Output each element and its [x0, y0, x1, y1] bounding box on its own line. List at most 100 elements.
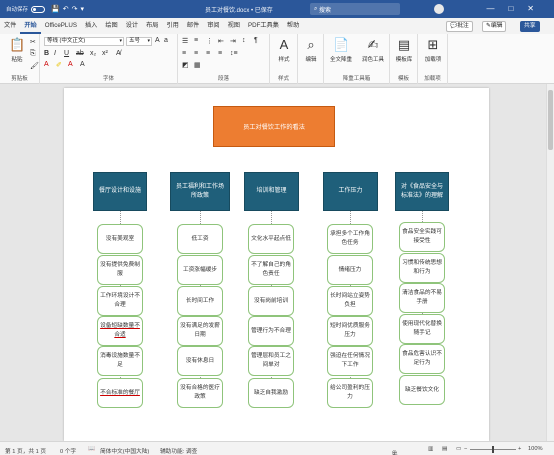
- zoom-in-icon[interactable]: +: [518, 446, 521, 452]
- numbering-icon[interactable]: ≡: [194, 37, 198, 44]
- tab-pdf[interactable]: PDF工具集: [244, 18, 283, 34]
- leaf-item[interactable]: 没有休息日: [177, 346, 223, 376]
- leaf-item[interactable]: 习惯和传统思想和行为: [399, 253, 445, 283]
- language[interactable]: 简体中文(中国大陆): [100, 446, 149, 455]
- category-training[interactable]: 培训和管理: [244, 172, 299, 211]
- increase-indent-icon[interactable]: ⇥: [230, 37, 236, 45]
- superscript-icon[interactable]: x²: [102, 50, 108, 57]
- leaf-item[interactable]: 消毒设施数量不足: [97, 346, 143, 376]
- copy-icon[interactable]: ⎘: [30, 50, 36, 58]
- tab-layout[interactable]: 布局: [142, 18, 162, 34]
- bold-icon[interactable]: B: [44, 50, 49, 57]
- proofing-icon[interactable]: 📖: [88, 446, 95, 452]
- leaf-item[interactable]: 短时间优质服务压力: [327, 316, 373, 346]
- tab-design[interactable]: 设计: [122, 18, 142, 34]
- category-facilities[interactable]: 餐厅设计和设施: [93, 172, 147, 211]
- tab-file[interactable]: 文件: [0, 18, 20, 34]
- sort-icon[interactable]: ↕: [242, 37, 246, 44]
- tab-review[interactable]: 审阅: [203, 18, 223, 34]
- leaf-item[interactable]: 长时间站立姿势负担: [327, 286, 373, 316]
- leaf-item[interactable]: 工资涨幅缓步: [177, 255, 223, 285]
- page-count[interactable]: 第 1 页，共 1 页: [5, 446, 46, 455]
- leaf-item[interactable]: 承担多个工作角色任务: [327, 224, 373, 254]
- leaf-item[interactable]: 管理层和员工之间单对: [248, 346, 294, 376]
- autosave-toggle[interactable]: [31, 5, 46, 13]
- leaf-item[interactable]: 清洁食品的不易手册: [399, 283, 445, 313]
- leaf-item[interactable]: 食品危害认识不足行为: [399, 344, 445, 374]
- shrink-font-icon[interactable]: a: [164, 37, 168, 44]
- leaf-item[interactable]: 设备短缺数量不合适: [97, 316, 143, 346]
- vertical-scrollbar[interactable]: [546, 84, 554, 441]
- leaf-item[interactable]: 没有岗前培训: [248, 286, 294, 316]
- format-painter-icon[interactable]: 🖌: [30, 62, 39, 70]
- decrease-indent-icon[interactable]: ⇤: [218, 37, 224, 45]
- avatar[interactable]: [434, 4, 444, 14]
- leaf-item[interactable]: 缺乏自我激励: [248, 378, 294, 408]
- tab-draw[interactable]: 绘图: [101, 18, 121, 34]
- category-pressure[interactable]: 工作压力: [323, 172, 378, 211]
- leaf-item[interactable]: 没有提供免费制服: [97, 255, 143, 285]
- underline-icon[interactable]: U: [64, 50, 69, 57]
- scroll-thumb[interactable]: [548, 90, 553, 150]
- document-name[interactable]: 员工对餐饮.docx • 已保存: [205, 5, 273, 14]
- line-spacing-icon[interactable]: ↕≡: [230, 50, 238, 57]
- zoom-out-icon[interactable]: −: [464, 446, 467, 452]
- zoom-slider-handle[interactable]: [492, 446, 494, 453]
- show-marks-icon[interactable]: ¶: [254, 37, 258, 44]
- char-shading-icon[interactable]: A: [80, 61, 85, 68]
- font-color-icon[interactable]: A: [68, 61, 73, 68]
- align-left-icon[interactable]: ≡: [182, 50, 186, 57]
- quick-access-icons[interactable]: 💾↶↷▾: [51, 5, 87, 13]
- edit-mode-button[interactable]: ✎编辑: [482, 21, 507, 32]
- clear-format-icon[interactable]: A̸: [116, 50, 121, 57]
- leaf-item[interactable]: 管理行为不合理: [248, 316, 294, 346]
- font-size-select[interactable]: 五号 ▾: [126, 37, 152, 46]
- paste-button[interactable]: 📋 粘贴: [6, 37, 28, 63]
- leaf-item[interactable]: 长时间工作: [177, 286, 223, 316]
- leaf-item[interactable]: 没有美观室: [97, 224, 143, 254]
- leaf-item[interactable]: 没有合格的医疗政策: [177, 378, 223, 408]
- subscript-icon[interactable]: x₂: [90, 50, 96, 57]
- tab-home[interactable]: 开始: [20, 18, 41, 34]
- word-count[interactable]: 0 个字: [60, 446, 76, 455]
- comment-button[interactable]: 💬批注: [446, 21, 473, 32]
- borders-icon[interactable]: ▦: [194, 61, 201, 69]
- tab-help[interactable]: 帮助: [283, 18, 303, 34]
- text-effects-icon[interactable]: A: [44, 61, 49, 68]
- tab-insert[interactable]: 插入: [81, 18, 101, 34]
- leaf-item[interactable]: 食品安全实践可接受性: [399, 222, 445, 252]
- highlight-icon[interactable]: ✐: [56, 61, 62, 69]
- grow-font-icon[interactable]: A: [155, 37, 160, 44]
- web-layout-icon[interactable]: ▭: [456, 446, 461, 452]
- cut-icon[interactable]: ✂: [30, 38, 36, 46]
- window-controls[interactable]: —□✕: [486, 4, 548, 13]
- bullets-icon[interactable]: ☰: [182, 37, 188, 45]
- template-library-button[interactable]: ▤ 模板库: [393, 37, 415, 63]
- mindmap-root[interactable]: 员工对餐饮工作的看法: [213, 106, 335, 147]
- leaf-item[interactable]: 强迫在任何情况下工作: [327, 346, 373, 376]
- leaf-item[interactable]: 缺乏餐饮文化: [399, 375, 445, 405]
- strikethrough-icon[interactable]: ab: [76, 50, 84, 57]
- align-right-icon[interactable]: ≡: [206, 50, 210, 57]
- multilevel-list-icon[interactable]: ⋮: [206, 37, 213, 45]
- share-button[interactable]: 共享: [520, 21, 540, 32]
- polish-tool-button[interactable]: ✍ 润色工具: [358, 37, 388, 63]
- search-box[interactable]: ⌕ 搜索: [310, 3, 400, 15]
- tab-references[interactable]: 引用: [162, 18, 182, 34]
- edit-button[interactable]: ⌕ 编辑: [300, 37, 322, 63]
- shading-icon[interactable]: ◩: [182, 61, 189, 69]
- leaf-item[interactable]: 低工资: [177, 224, 223, 254]
- category-welfare[interactable]: 员工福利和工作场所政策: [170, 172, 230, 211]
- tab-mailings[interactable]: 邮件: [183, 18, 203, 34]
- styles-button[interactable]: A 样式: [273, 37, 295, 63]
- italic-icon[interactable]: I: [54, 50, 56, 57]
- leaf-item[interactable]: 给公司盈利的压力: [327, 378, 373, 408]
- align-center-icon[interactable]: ≡: [194, 50, 198, 57]
- tab-officeplus[interactable]: OfficePLUS: [41, 18, 81, 34]
- leaf-item[interactable]: 文化水平起点低: [248, 224, 294, 254]
- zoom-level[interactable]: 100%: [528, 446, 543, 452]
- read-mode-icon[interactable]: ▥: [428, 446, 433, 452]
- font-name-select[interactable]: 等线 (中文正文) ▾: [44, 37, 124, 46]
- category-food-safety[interactable]: 对《食品安全与标准法》的理解: [395, 172, 449, 211]
- leaf-item[interactable]: 工作环境设计不合理: [97, 286, 143, 316]
